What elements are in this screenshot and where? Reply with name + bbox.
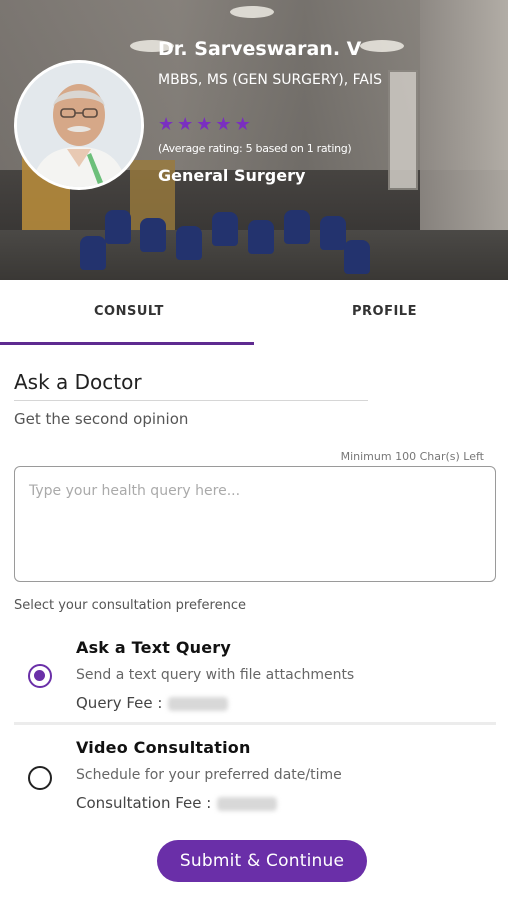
waiting-chair <box>140 218 166 252</box>
rating-summary: (Average rating: 5 based on 1 rating) <box>158 142 352 155</box>
option-fee: Query Fee : <box>76 694 229 712</box>
submit-continue-button[interactable]: Submit & Continue <box>157 840 367 882</box>
char-counter: Minimum 100 Char(s) Left <box>340 450 484 463</box>
divider <box>14 400 368 401</box>
option-title: Video Consultation <box>76 738 251 757</box>
option-video-consultation[interactable]: Video Consultation Schedule for your pre… <box>0 736 508 826</box>
background-panel <box>388 70 418 190</box>
tab-bar: CONSULT PROFILE <box>0 280 508 346</box>
radio-video-consultation[interactable] <box>28 766 52 790</box>
tab-consult[interactable]: CONSULT <box>94 304 164 319</box>
waiting-chair <box>105 210 131 244</box>
option-divider <box>14 722 496 725</box>
doctor-photo <box>17 63 141 187</box>
star-icon: ★ <box>215 114 232 135</box>
ceiling-light <box>230 6 274 18</box>
doctor-degree: MBBS, MS (GEN SURGERY), FAIS <box>158 72 382 88</box>
star-icon: ★ <box>158 114 175 135</box>
option-description: Send a text query with file attachments <box>76 667 355 683</box>
waiting-chair <box>344 240 370 274</box>
star-icon: ★ <box>234 114 251 135</box>
radio-text-query[interactable] <box>28 664 52 688</box>
fee-label: Consultation Fee : <box>76 794 212 812</box>
waiting-chair <box>212 212 238 246</box>
fee-amount-redacted <box>217 796 278 811</box>
fee-label: Query Fee : <box>76 694 163 712</box>
doctor-header-banner: Dr. Sarveswaran. V MBBS, MS (GEN SURGERY… <box>0 0 508 280</box>
section-title: Ask a Doctor <box>14 370 142 394</box>
fee-amount-redacted <box>168 696 229 711</box>
waiting-chair <box>320 216 346 250</box>
star-icon: ★ <box>196 114 213 135</box>
doctor-avatar <box>14 60 144 190</box>
doctor-specialty: General Surgery <box>158 166 306 185</box>
option-fee: Consultation Fee : <box>76 794 278 812</box>
star-icon: ★ <box>177 114 194 135</box>
active-tab-indicator <box>0 342 254 345</box>
preference-label: Select your consultation preference <box>14 598 246 613</box>
tab-profile[interactable]: PROFILE <box>352 304 417 319</box>
rating-stars: ★ ★ ★ ★ ★ <box>158 116 251 134</box>
doctor-name: Dr. Sarveswaran. V <box>158 38 362 60</box>
ceiling-light <box>360 40 404 52</box>
waiting-chair <box>176 226 202 260</box>
option-title: Ask a Text Query <box>76 638 232 657</box>
section-subtitle: Get the second opinion <box>14 410 189 428</box>
health-query-input[interactable] <box>14 466 496 582</box>
waiting-chair <box>248 220 274 254</box>
background-right-wall <box>420 0 508 260</box>
waiting-chair <box>284 210 310 244</box>
option-description: Schedule for your preferred date/time <box>76 767 342 783</box>
option-text-query[interactable]: Ask a Text Query Send a text query with … <box>0 636 508 720</box>
waiting-chair <box>80 236 106 270</box>
